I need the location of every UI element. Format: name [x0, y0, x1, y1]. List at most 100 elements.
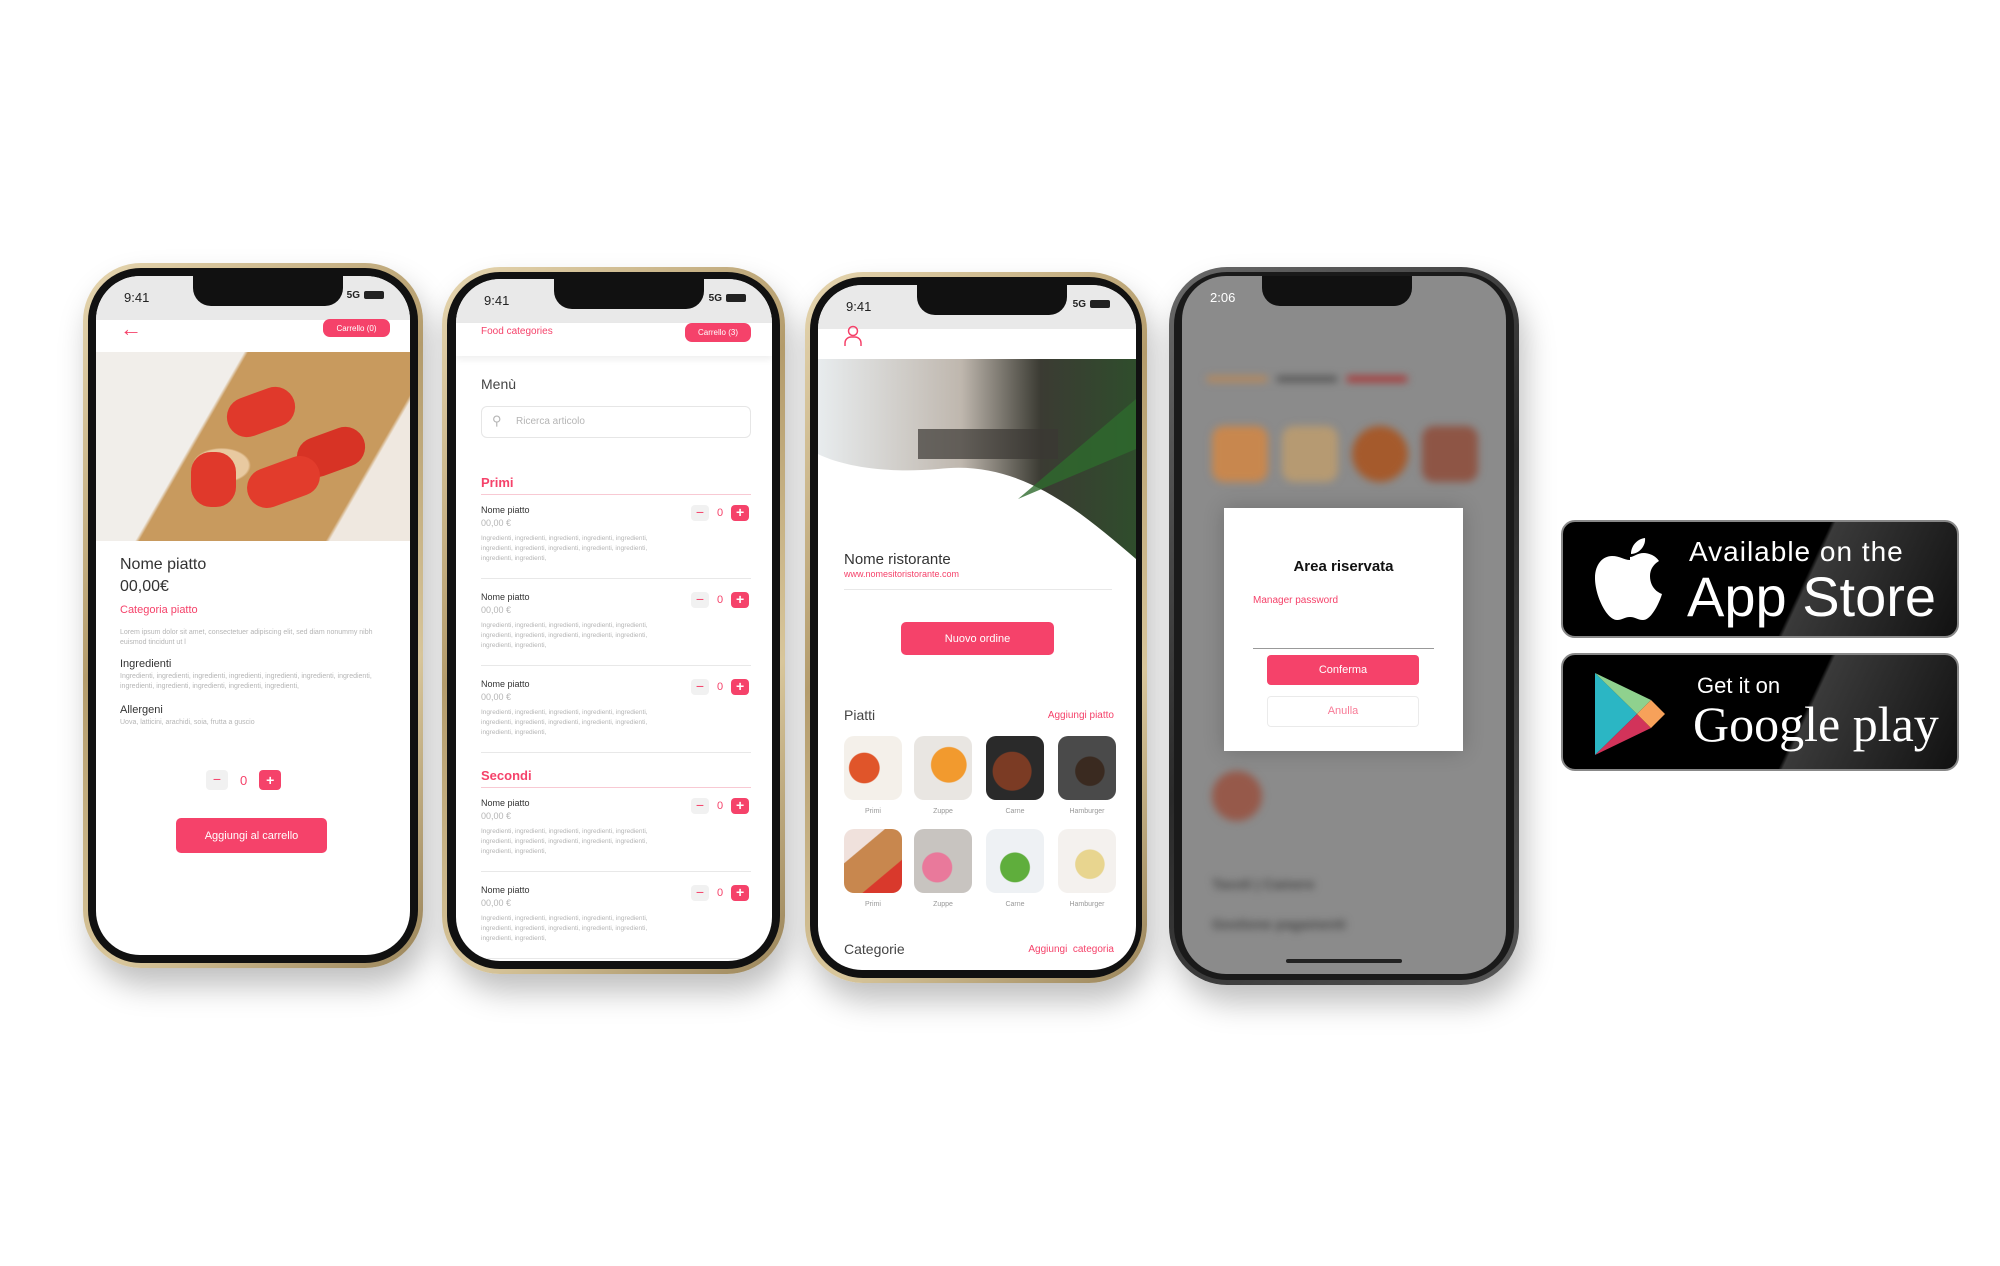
status-time: 2:06 — [1210, 290, 1236, 305]
bruschetta — [191, 452, 236, 507]
dish-label: Hamburger — [1069, 808, 1105, 815]
apple-icon — [1595, 538, 1662, 620]
plus-button[interactable]: + — [731, 679, 750, 695]
confirm-button[interactable]: Conferma — [1267, 655, 1419, 685]
phone-restaurant-home: 9:41 5G Nome ristorante www.nomesitorist… — [805, 272, 1147, 983]
restaurant-website[interactable]: www.nomesitoristorante.com — [844, 569, 959, 579]
item-price: 00,00 € — [481, 898, 512, 908]
status-signal: 5G — [347, 290, 384, 301]
divider — [481, 871, 751, 872]
minus-button[interactable]: − — [691, 798, 709, 814]
app-store-badge[interactable]: Available on the App Store — [1561, 520, 1959, 638]
ingredients-title: Ingredienti — [120, 658, 172, 670]
quantity-value: 0 — [717, 681, 724, 693]
notch — [917, 285, 1067, 315]
signal-label: 5G — [708, 293, 722, 304]
bg-item-payments: Gestione pagamenti — [1212, 916, 1346, 932]
battery-icon — [364, 291, 384, 300]
minus-button[interactable]: − — [691, 885, 709, 901]
dish-thumbnail[interactable] — [986, 829, 1044, 893]
plus-button[interactable]: + — [731, 592, 750, 608]
status-signal: 5G — [1073, 299, 1110, 310]
password-input[interactable] — [1253, 618, 1434, 649]
plus-button[interactable]: + — [731, 505, 750, 521]
divider — [481, 958, 751, 959]
item-name: Nome piatto — [481, 592, 530, 602]
add-category-link[interactable]: Aggiungi categoria — [1028, 944, 1114, 955]
plus-button[interactable]: + — [731, 798, 750, 814]
allergens-text: Uova, latticini, arachidi, soia, frutta … — [120, 719, 255, 726]
phone-dish-detail: 9:41 5G ← Carrello (0) Nome piatto 00,00… — [83, 263, 423, 968]
add-to-cart-button[interactable]: Aggiungi al carrello — [176, 818, 327, 853]
item-price: 00,00 € — [481, 605, 512, 615]
item-ingredients: Ingredienti, ingredienti, ingredienti, i… — [481, 709, 648, 736]
google-play-icon — [1595, 673, 1665, 755]
signal-label: 5G — [346, 290, 360, 301]
new-order-button[interactable]: Nuovo ordine — [901, 622, 1054, 655]
plus-button[interactable]: + — [731, 885, 750, 901]
arrow-left-icon[interactable]: ← — [120, 316, 142, 342]
home-indicator — [1286, 959, 1402, 963]
cart-button[interactable]: Carrello (3) — [685, 323, 751, 342]
add-dish-link[interactable]: Aggiungi piatto — [1048, 710, 1114, 721]
categories-title: Categorie — [844, 941, 905, 957]
google-play-badge[interactable]: Get it on Google play — [1561, 653, 1959, 771]
search-input[interactable]: ⚲ Ricerca articolo — [481, 406, 751, 438]
dish-thumbnail[interactable] — [1058, 736, 1116, 800]
dish-label: Hamburger — [1069, 901, 1105, 908]
status-signal: 5G — [709, 293, 746, 304]
user-icon[interactable] — [843, 325, 863, 347]
plus-button[interactable]: + — [259, 770, 282, 790]
page-title: Menù — [481, 376, 517, 392]
minus-button[interactable]: − — [206, 770, 228, 790]
dish-thumbnail[interactable] — [914, 736, 972, 800]
dish-thumbnail[interactable] — [844, 736, 902, 800]
search-placeholder: Ricerca articolo — [516, 416, 585, 427]
cancel-button[interactable]: Anulla — [1267, 696, 1419, 727]
quantity-stepper: − 0 + — [206, 770, 282, 790]
signal-label: 5G — [1072, 299, 1086, 310]
quantity-stepper: − 0 + — [691, 885, 750, 901]
dish-thumbnail[interactable] — [844, 829, 902, 893]
food-categories-link[interactable]: Food categories — [481, 326, 553, 337]
search-icon: ⚲ — [492, 413, 502, 428]
dish-category: Categoria piatto — [120, 604, 198, 616]
menu-item: Nome piatto 00,00 € Ingredienti, ingredi… — [481, 679, 751, 766]
section-title: Secondi — [481, 768, 532, 783]
divider — [844, 589, 1112, 590]
dish-thumbnail[interactable] — [914, 829, 972, 893]
screen: Tavoli | Camere Gestione pagamenti 2:06 … — [1182, 276, 1506, 974]
dish-description: Lorem ipsum dolor sit amet, consectetuer… — [120, 629, 373, 646]
screen: 9:41 5G Food categories Carrello (3) Men… — [456, 279, 772, 961]
item-price: 00,00 € — [481, 811, 512, 821]
quantity-value: 0 — [717, 800, 724, 812]
minus-button[interactable]: − — [691, 592, 709, 608]
dish-thumbnail[interactable] — [1058, 829, 1116, 893]
ingredients-text: Ingredienti, ingredienti, ingredienti, i… — [120, 673, 372, 690]
menu-item: Nome piatto 00,00 € Ingredienti, ingredi… — [481, 592, 751, 679]
bruschetta — [241, 450, 326, 514]
section-title: Primi — [481, 475, 514, 490]
cart-button[interactable]: Carrello (0) — [323, 319, 390, 337]
quantity-value: 0 — [240, 772, 248, 788]
item-ingredients: Ingredienti, ingredienti, ingredienti, i… — [481, 915, 648, 942]
dish-label: Primi — [865, 901, 881, 908]
dish-label: Carne — [1005, 808, 1025, 815]
battery-icon — [726, 294, 746, 303]
minus-button[interactable]: − — [691, 505, 709, 521]
dialog-title: Area riservata — [1293, 558, 1394, 575]
dish-label: Primi — [865, 808, 881, 815]
quantity-value: 0 — [717, 887, 724, 899]
minus-button[interactable]: − — [691, 679, 709, 695]
app-store-big-text: App Store — [1687, 565, 1937, 628]
notch — [554, 279, 704, 309]
google-big-text: Google play — [1693, 696, 1939, 752]
dish-thumbnail[interactable] — [986, 736, 1044, 800]
dish-price: 00,00€ — [120, 578, 169, 595]
restaurant-name: Nome ristorante — [844, 551, 951, 568]
dish-label: Zuppe — [933, 808, 953, 815]
quantity-stepper: − 0 + — [691, 798, 750, 814]
screen: 9:41 5G ← Carrello (0) Nome piatto 00,00… — [96, 276, 410, 955]
section-underline — [481, 787, 751, 788]
status-time: 9:41 — [124, 290, 150, 305]
